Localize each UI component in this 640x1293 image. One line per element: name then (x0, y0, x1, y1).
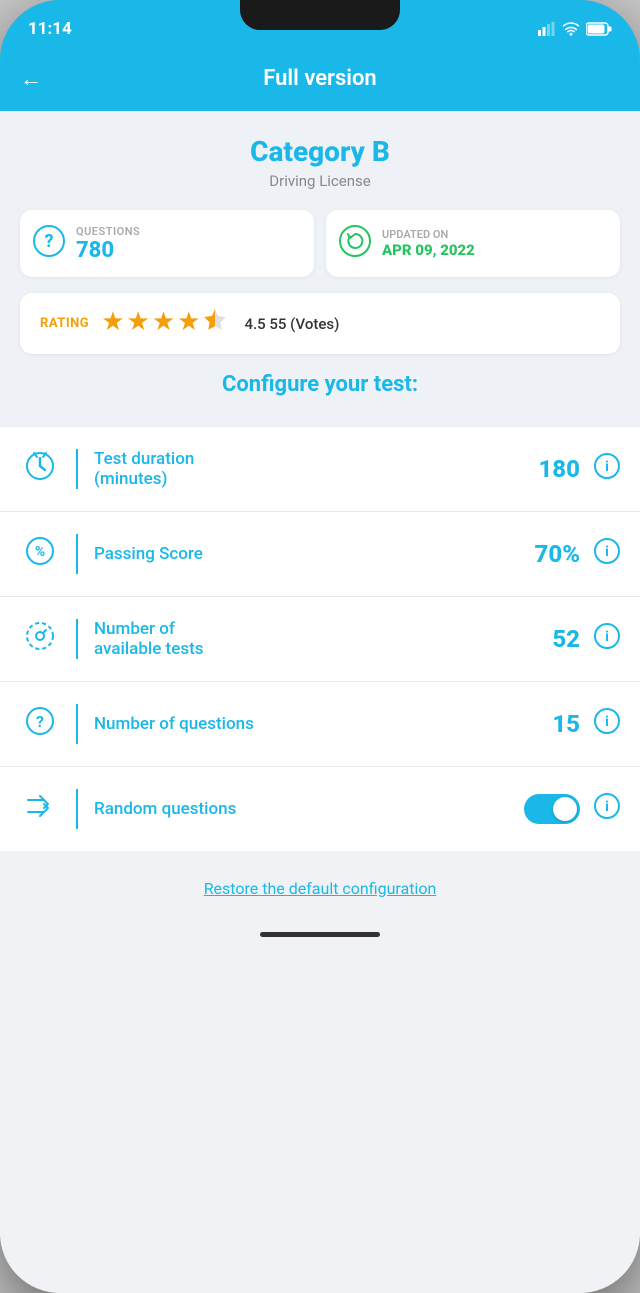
star-4: ★ (177, 307, 200, 340)
num-questions-row[interactable]: ? Number of questions 15 i (0, 682, 640, 767)
random-questions-info[interactable]: i (594, 793, 620, 825)
question-icon: ? (20, 705, 60, 744)
phone-shell: 11:14 (0, 0, 640, 1293)
star-half (202, 307, 228, 340)
wifi-icon (562, 22, 580, 36)
svg-text:%: % (35, 544, 45, 560)
questions-value: 780 (76, 238, 140, 263)
restore-link[interactable]: Restore the default configuration (204, 879, 437, 898)
passing-score-label: Passing Score (94, 544, 535, 564)
updated-value: APR 09, 2022 (382, 241, 475, 259)
divider (76, 449, 78, 489)
passing-score-row[interactable]: % Passing Score 70% i (0, 512, 640, 597)
random-questions-toggle[interactable] (524, 794, 580, 824)
home-bar (260, 932, 380, 937)
passing-score-info[interactable]: i (594, 538, 620, 570)
star-3: ★ (152, 307, 175, 340)
info-cards: ? QUESTIONS 780 (20, 210, 620, 277)
svg-text:i: i (605, 799, 609, 815)
header-title: Full version (263, 66, 376, 91)
configure-title: Configure your test: (20, 372, 620, 407)
questions-label: QUESTIONS (76, 225, 140, 238)
stars: ★ ★ ★ ★ (101, 307, 228, 340)
updated-icon (338, 224, 372, 263)
category-subtitle: Driving License (20, 172, 620, 190)
rating-label: RATING (40, 316, 89, 331)
back-button[interactable]: ← (20, 66, 42, 92)
app-header: ← Full version (0, 52, 640, 111)
svg-text:i: i (605, 714, 609, 730)
available-tests-info[interactable]: i (594, 623, 620, 655)
available-tests-value: 52 (552, 625, 580, 653)
available-tests-label: Number ofavailable tests (94, 619, 552, 659)
counter-icon (20, 620, 60, 659)
test-duration-info[interactable]: i (594, 453, 620, 485)
home-indicator (0, 922, 640, 957)
available-tests-row[interactable]: Number ofavailable tests 52 i (0, 597, 640, 682)
star-2: ★ (127, 307, 150, 340)
rating-card: RATING ★ ★ ★ ★ (20, 293, 620, 354)
num-questions-value: 15 (552, 710, 580, 738)
config-section: Test duration(minutes) 180 i % (0, 427, 640, 851)
status-icons (538, 22, 612, 36)
questions-text: QUESTIONS 780 (76, 225, 140, 263)
toggle-knob (553, 797, 577, 821)
test-duration-value: 180 (538, 455, 580, 483)
questions-icon: ? (32, 224, 66, 263)
random-questions-row[interactable]: Random questions i (0, 767, 640, 851)
passing-score-value: 70% (535, 540, 580, 568)
svg-text:i: i (605, 544, 609, 560)
test-duration-label: Test duration(minutes) (94, 449, 538, 489)
footer-section: Restore the default configuration (0, 851, 640, 922)
shuffle-icon (20, 790, 60, 829)
status-time: 11:14 (28, 19, 72, 39)
questions-card: ? QUESTIONS 780 (20, 210, 314, 277)
main-content: Category B Driving License ? QUESTIONS (0, 111, 640, 1293)
svg-text:i: i (605, 459, 609, 475)
updated-card: UPDATED ON APR 09, 2022 (326, 210, 620, 277)
updated-label: UPDATED ON (382, 228, 475, 241)
num-questions-info[interactable]: i (594, 708, 620, 740)
rating-score-text: 4.5 55 (Votes) (244, 315, 339, 333)
clock-icon (20, 450, 60, 489)
svg-text:i: i (605, 629, 609, 645)
svg-text:?: ? (45, 231, 54, 252)
divider (76, 704, 78, 744)
random-questions-label: Random questions (94, 799, 524, 819)
divider (76, 534, 78, 574)
percent-icon: % (20, 535, 60, 574)
battery-icon (586, 22, 612, 36)
divider (76, 789, 78, 829)
notch (240, 0, 400, 30)
category-title: Category B (20, 135, 620, 168)
updated-text: UPDATED ON APR 09, 2022 (382, 228, 475, 259)
svg-text:?: ? (36, 712, 44, 731)
test-duration-row[interactable]: Test duration(minutes) 180 i (0, 427, 640, 512)
top-section: Category B Driving License ? QUESTIONS (0, 111, 640, 427)
num-questions-label: Number of questions (94, 714, 552, 734)
star-1: ★ (101, 307, 124, 340)
signal-icon (538, 22, 556, 36)
divider (76, 619, 78, 659)
phone-screen: 11:14 (0, 0, 640, 1293)
